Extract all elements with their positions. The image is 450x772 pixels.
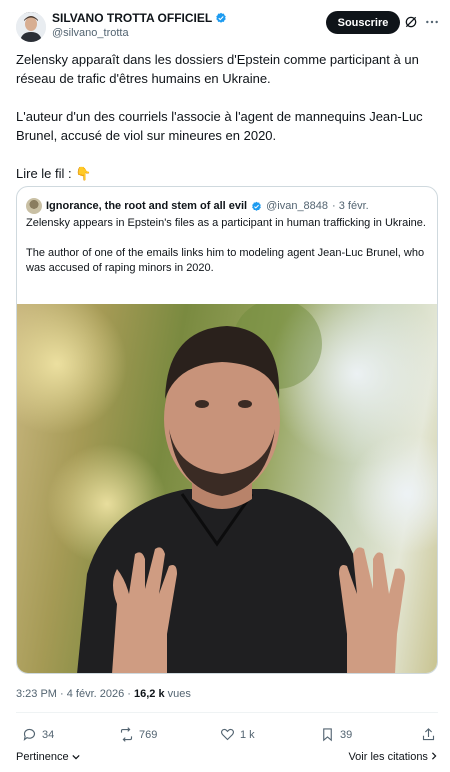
divider [16, 712, 438, 713]
tweet-paragraph[interactable]: Lire le fil : 👇 [16, 164, 438, 183]
tweet: SILVANO TROTTA OFFICIEL @silvano_trotta … [0, 0, 450, 772]
quoted-tweet-photo[interactable] [17, 304, 437, 673]
quoted-author-name[interactable]: Ignorance, the root and stem of all evil [46, 200, 247, 212]
author-block[interactable]: SILVANO TROTTA OFFICIEL @silvano_trotta [52, 11, 227, 39]
quoted-tweet[interactable]: Ignorance, the root and stem of all evil… [16, 186, 438, 674]
tweet-text: Zelensky apparaît dans les dossiers d'Ep… [16, 50, 438, 183]
share-icon [422, 728, 435, 741]
grok-icon[interactable] [404, 15, 418, 29]
bookmark-button[interactable]: 39 [320, 727, 352, 742]
like-icon [221, 728, 234, 741]
bookmark-icon [323, 728, 332, 742]
reply-count: 34 [42, 728, 55, 741]
quoted-tweet-header: Ignorance, the root and stem of all evil… [26, 198, 369, 214]
reply-icon [23, 728, 36, 741]
verified-badge-icon [216, 12, 226, 23]
timestamp-date[interactable]: 3:23 PM · 4 févr. 2026 · [16, 688, 134, 700]
view-quotes-label[interactable]: Voir les citations [348, 751, 427, 763]
more-icon[interactable] [424, 14, 440, 30]
tweet-paragraph: Zelensky apparaît dans les dossiers d'Ep… [16, 52, 419, 86]
repost-icon [120, 727, 133, 742]
share-button[interactable] [421, 727, 436, 742]
quoted-tweet-date[interactable]: · 3 févr. [332, 200, 369, 212]
reply-button[interactable]: 34 [22, 727, 54, 742]
like-button[interactable]: 1 k [220, 727, 255, 742]
like-count: 1 k [240, 728, 255, 741]
subscribe-button[interactable]: Souscrire [326, 11, 400, 34]
repost-count: 769 [139, 728, 158, 741]
views-count: 16,2 k [134, 688, 165, 700]
quoted-paragraph: Zelensky appears in Epstein's files as a… [26, 217, 426, 229]
verified-badge-icon [252, 201, 261, 211]
repost-button[interactable]: 769 [119, 727, 157, 742]
relevance-label[interactable]: Pertinence [16, 751, 69, 763]
quoted-tweet-text: Zelensky appears in Epstein's files as a… [26, 216, 428, 291]
relevance-sort[interactable]: Pertinence [16, 751, 80, 763]
chevron-down-icon [72, 754, 80, 760]
views-label: vues [164, 688, 191, 700]
tweet-timestamp[interactable]: 3:23 PM · 4 févr. 2026 · 16,2 k vues [16, 688, 191, 700]
quoted-paragraph: The author of one of the emails links hi… [26, 247, 425, 274]
quoted-author-handle[interactable]: @ivan_8848 [266, 200, 328, 212]
view-quotes-link[interactable]: Voir les citations [348, 751, 437, 763]
author-handle[interactable]: @silvano_trotta [52, 27, 227, 39]
bookmark-count: 39 [340, 728, 353, 741]
quoted-author-avatar[interactable] [26, 198, 42, 214]
author-name[interactable]: SILVANO TROTTA OFFICIEL [52, 11, 212, 25]
author-avatar[interactable] [16, 12, 46, 42]
chevron-right-icon [431, 752, 437, 760]
tweet-paragraph: L'auteur d'un des courriels l'associe à … [16, 109, 423, 143]
author-name-row[interactable]: SILVANO TROTTA OFFICIEL [52, 11, 227, 25]
